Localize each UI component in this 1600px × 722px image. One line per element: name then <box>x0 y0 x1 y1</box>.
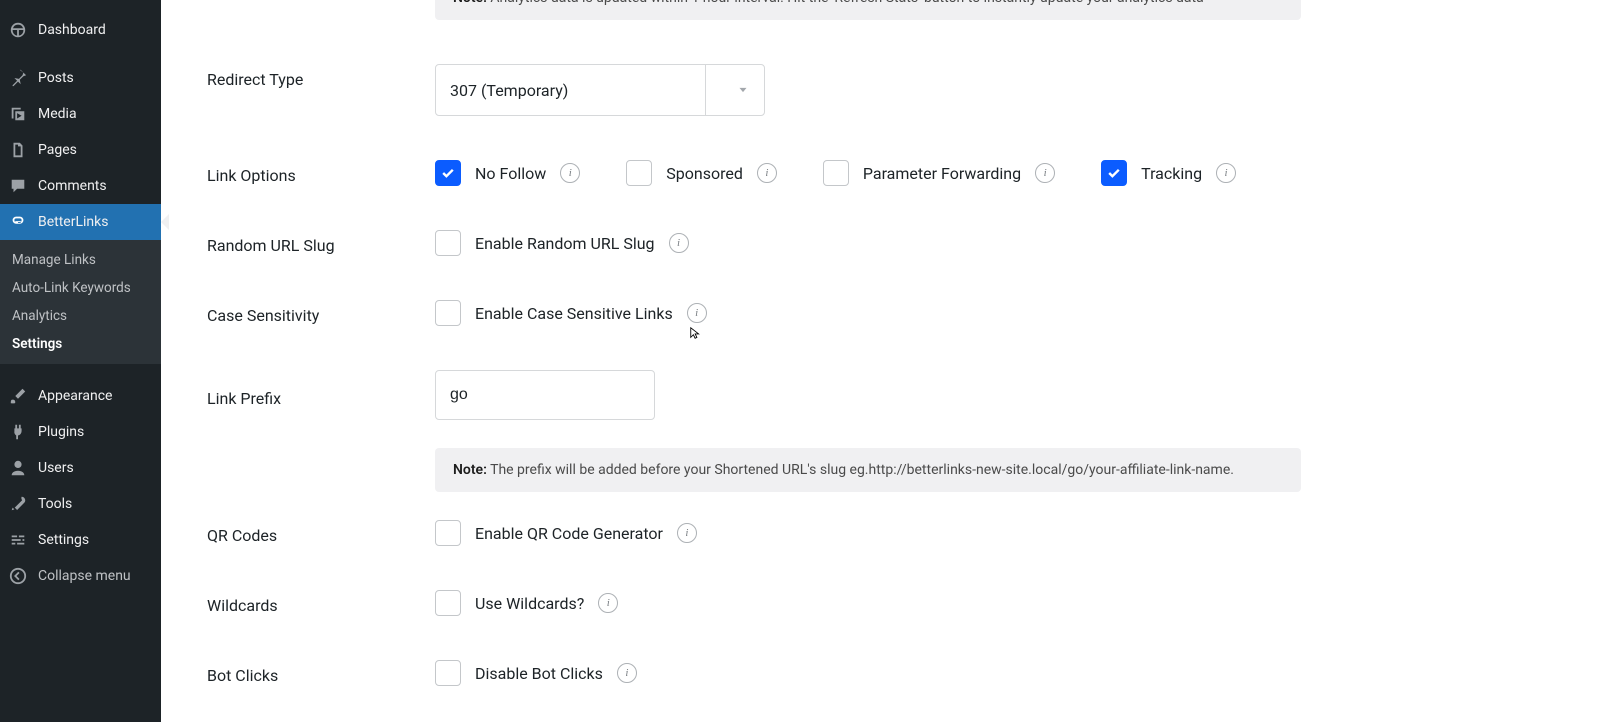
pages-icon <box>8 140 28 160</box>
option-label: Enable Case Sensitive Links <box>475 304 673 323</box>
sidebar-item-label: Collapse menu <box>38 568 153 584</box>
submenu-item-analytics[interactable]: Analytics <box>0 302 161 330</box>
redirect-type-select[interactable]: 307 (Temporary) <box>435 64 765 116</box>
sidebar-item-label: Users <box>38 460 153 476</box>
sidebar-item-users[interactable]: Users <box>0 450 161 486</box>
note-text: Analytics data is updated within 1 hour … <box>487 0 1204 6</box>
checkbox-bot-clicks[interactable] <box>435 660 461 686</box>
label-random-slug: Random URL Slug <box>207 230 435 255</box>
sidebar-item-pages[interactable]: Pages <box>0 132 161 168</box>
sidebar-item-label: Comments <box>38 178 153 194</box>
sidebar-item-label: Appearance <box>38 388 153 404</box>
info-icon[interactable]: i <box>669 233 689 253</box>
checkbox-no-follow[interactable] <box>435 160 461 186</box>
sidebar-item-label: Media <box>38 106 153 122</box>
sidebar-item-appearance[interactable]: Appearance <box>0 378 161 414</box>
info-icon[interactable]: i <box>687 303 707 323</box>
note-link-prefix: Note: The prefix will be added before yo… <box>435 448 1301 492</box>
wrench-icon <box>8 494 28 514</box>
sidebar-item-dashboard[interactable]: Dashboard <box>0 12 161 48</box>
sidebar-item-settings[interactable]: Settings <box>0 522 161 558</box>
info-icon[interactable]: i <box>1216 163 1236 183</box>
submenu-item-settings[interactable]: Settings <box>0 330 161 358</box>
pin-icon <box>8 68 28 88</box>
checkbox-parameter-forwarding[interactable] <box>823 160 849 186</box>
checkbox-random-slug[interactable] <box>435 230 461 256</box>
admin-sidebar: Dashboard Posts Media Pages Commen <box>0 0 161 722</box>
option-label: Disable Bot Clicks <box>475 664 603 683</box>
info-icon[interactable]: i <box>677 523 697 543</box>
note-text: The prefix will be added before your Sho… <box>487 462 1234 478</box>
label-wildcards: Wildcards <box>207 590 435 615</box>
note-prefix: Note: <box>453 0 487 6</box>
sidebar-item-label: Plugins <box>38 424 153 440</box>
info-icon[interactable]: i <box>617 663 637 683</box>
option-label: Sponsored <box>666 164 743 183</box>
option-label: Tracking <box>1141 164 1202 183</box>
input-link-prefix[interactable] <box>435 370 655 420</box>
label-qr-codes: QR Codes <box>207 520 435 545</box>
sidebar-item-posts[interactable]: Posts <box>0 60 161 96</box>
user-icon <box>8 458 28 478</box>
checkbox-wildcards[interactable] <box>435 590 461 616</box>
sidebar-item-collapse[interactable]: Collapse menu <box>0 558 161 594</box>
note-analytics: Note: Analytics data is updated within 1… <box>435 0 1301 20</box>
sidebar-item-label: Dashboard <box>38 22 153 38</box>
comments-icon <box>8 176 28 196</box>
info-icon[interactable]: i <box>560 163 580 183</box>
plug-icon <box>8 422 28 442</box>
sidebar-item-comments[interactable]: Comments <box>0 168 161 204</box>
option-label: Use Wildcards? <box>475 594 584 613</box>
option-label: Enable Random URL Slug <box>475 234 655 253</box>
option-label: No Follow <box>475 164 546 183</box>
label-link-prefix: Link Prefix <box>207 383 435 408</box>
settings-panel: Fetch Analytics Data Note: Analytics dat… <box>161 0 1600 722</box>
option-label: Parameter Forwarding <box>863 164 1021 183</box>
info-icon[interactable]: i <box>1035 163 1055 183</box>
sidebar-item-betterlinks[interactable]: BetterLinks <box>0 204 161 240</box>
label-fetch-analytics: Fetch Analytics Data <box>207 0 435 1</box>
chevron-down-icon <box>705 65 750 115</box>
info-icon[interactable]: i <box>598 593 618 613</box>
collapse-icon <box>8 566 28 586</box>
checkbox-case-sensitive[interactable] <box>435 300 461 326</box>
sidebar-item-label: Tools <box>38 496 153 512</box>
checkbox-tracking[interactable] <box>1101 160 1127 186</box>
brush-icon <box>8 386 28 406</box>
sliders-icon <box>8 530 28 550</box>
sidebar-item-tools[interactable]: Tools <box>0 486 161 522</box>
sidebar-submenu-betterlinks: Manage Links Auto-Link Keywords Analytic… <box>0 240 161 364</box>
sidebar-item-media[interactable]: Media <box>0 96 161 132</box>
sidebar-item-label: BetterLinks <box>38 214 153 230</box>
dashboard-icon <box>8 20 28 40</box>
link-options-group: No Follow i Sponsored i Parameter Forwar… <box>435 160 1560 186</box>
sidebar-item-plugins[interactable]: Plugins <box>0 414 161 450</box>
submenu-item-auto-link-keywords[interactable]: Auto-Link Keywords <box>0 274 161 302</box>
label-bot-clicks: Bot Clicks <box>207 660 435 685</box>
label-redirect-type: Redirect Type <box>207 64 435 89</box>
option-label: Enable QR Code Generator <box>475 524 663 543</box>
note-prefix: Note: <box>453 462 487 478</box>
link-icon <box>8 212 28 232</box>
label-case-sensitivity: Case Sensitivity <box>207 300 435 325</box>
checkbox-sponsored[interactable] <box>626 160 652 186</box>
info-icon[interactable]: i <box>757 163 777 183</box>
label-link-options: Link Options <box>207 160 435 185</box>
sidebar-item-label: Pages <box>38 142 153 158</box>
sidebar-item-label: Settings <box>38 532 153 548</box>
sidebar-item-label: Posts <box>38 70 153 86</box>
submenu-item-manage-links[interactable]: Manage Links <box>0 246 161 274</box>
checkbox-qr-generator[interactable] <box>435 520 461 546</box>
media-icon <box>8 104 28 124</box>
redirect-type-value: 307 (Temporary) <box>450 81 568 100</box>
